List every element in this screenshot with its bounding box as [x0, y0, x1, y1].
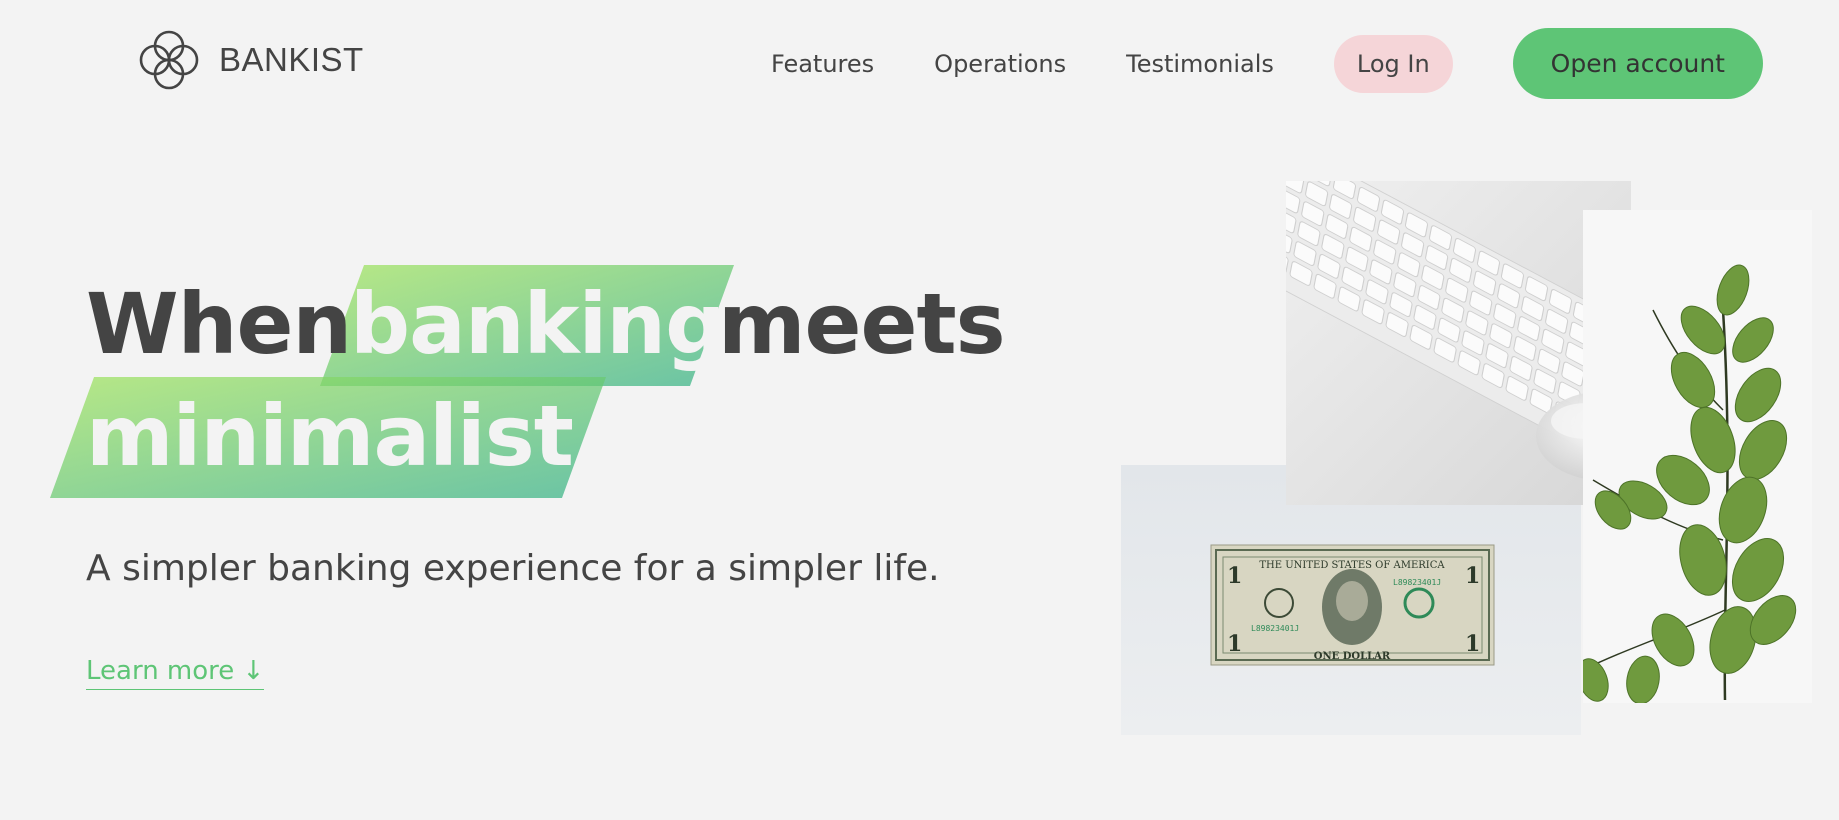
hero-title-highlight-banking: banking — [350, 275, 725, 373]
hero-title-highlight-minimalist: minimalist — [86, 387, 574, 485]
nav-link-operations[interactable]: Operations — [934, 50, 1066, 78]
plant-leaf — [1670, 352, 1716, 408]
plant-leaf — [1718, 476, 1768, 544]
nav-link-features[interactable]: Features — [771, 50, 874, 78]
keyboard-mouse-image — [1286, 181, 1631, 505]
plant-leaf — [1738, 420, 1788, 480]
hero-subtitle: A simpler banking experience for a simpl… — [86, 548, 940, 589]
open-account-button[interactable]: Open account — [1512, 28, 1763, 99]
dollar-number-bl: 1 — [1227, 631, 1242, 657]
bankist-logo-icon — [139, 30, 199, 90]
learn-more-link[interactable]: Learn more ↓ — [86, 656, 265, 690]
brand-logo[interactable]: BANKIST — [133, 24, 364, 96]
plant-leaf — [1734, 367, 1782, 423]
nav-link-testimonials[interactable]: Testimonials — [1126, 50, 1274, 78]
dollar-serial-left: L89823401J — [1251, 624, 1299, 633]
dollar-bill-image: THE UNITED STATES OF AMERICA ONE DOLLAR … — [1121, 465, 1581, 735]
brand-name: BANKIST — [219, 41, 364, 78]
dollar-number-tr: 1 — [1465, 563, 1480, 589]
login-button[interactable]: Log In — [1333, 34, 1453, 93]
dollar-number-tl: 1 — [1227, 563, 1242, 589]
dollar-serial-right: L89823401J — [1393, 578, 1441, 587]
plant-leaf — [1583, 658, 1609, 702]
hero-title-word-when: When — [86, 275, 352, 373]
nav-links: Features Operations Testimonials Log In … — [771, 28, 1763, 99]
hero-title-word-meets: meets — [718, 275, 1006, 373]
eucalyptus-plant-image — [1583, 210, 1812, 703]
dollar-number-br: 1 — [1465, 631, 1480, 657]
dollar-text-top: THE UNITED STATES OF AMERICA — [1259, 560, 1445, 571]
plant-leaf — [1626, 655, 1660, 703]
top-navigation: BANKIST Features Operations Testimonials… — [0, 0, 1839, 120]
dollar-text-bottom: ONE DOLLAR — [1314, 651, 1391, 662]
plant-leaf — [1716, 264, 1750, 316]
plant-leaf — [1732, 317, 1774, 363]
